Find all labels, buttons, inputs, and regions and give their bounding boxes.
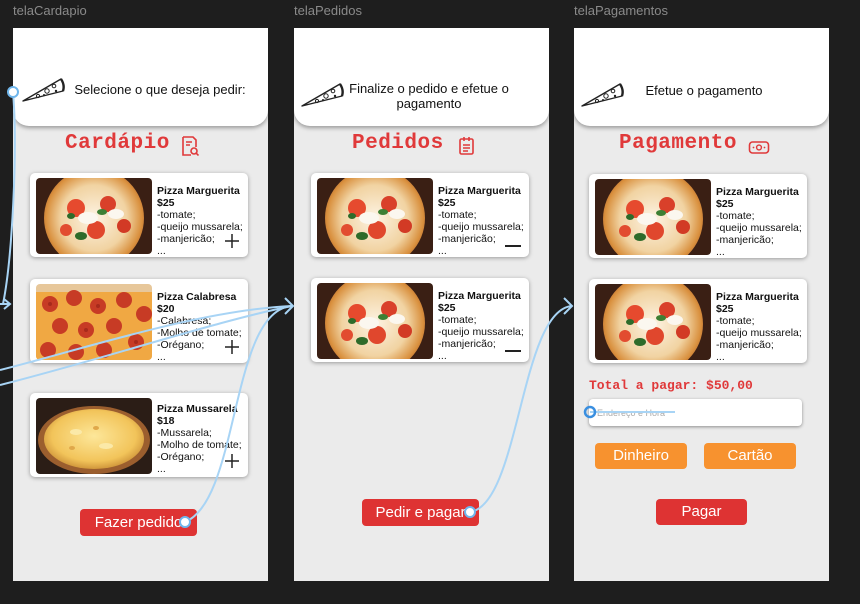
item-info: Pizza Marguerita $25 -tomate; -queijo mu… — [716, 186, 802, 258]
total-amount: Total a pagar: $50,00 — [589, 378, 753, 393]
pizza-mussarela-image — [36, 398, 152, 474]
item-name: Pizza Marguerita — [438, 185, 521, 197]
item-price: $25 — [157, 197, 175, 209]
pizza-slice-icon — [580, 80, 624, 108]
page-title: Pedidos — [352, 132, 444, 155]
page-title: Cardápio — [65, 132, 170, 155]
item-price: $25 — [716, 198, 734, 210]
menu-item-card[interactable]: Pizza Marguerita $25 -tomate; -queijo mu… — [30, 173, 248, 257]
prototype-arrow — [284, 297, 295, 315]
item-name: Pizza Marguerita — [438, 290, 521, 302]
pizza-marguerita-image — [595, 179, 711, 255]
pizza-calabresa-image — [36, 284, 152, 360]
item-ingredient: -queijo mussarela; — [716, 222, 802, 234]
pizza-marguerita-image — [317, 178, 433, 254]
item-price: $25 — [716, 303, 734, 315]
item-ingredient: ... — [716, 246, 725, 258]
header: Finalize o pedido e efetue o pagamento — [294, 28, 549, 126]
item-name: Pizza Calabresa — [157, 291, 237, 303]
pizza-marguerita-image — [36, 178, 152, 254]
pay-button[interactable]: Pagar — [656, 499, 747, 525]
item-ingredient: -tomate; — [157, 209, 196, 221]
item-ingredient: -tomate; — [716, 315, 755, 327]
remove-icon[interactable] — [505, 245, 521, 247]
item-ingredient: -tomate; — [438, 314, 477, 326]
header: Efetue o pagamento — [574, 28, 829, 126]
item-name: Pizza Marguerita — [157, 185, 240, 197]
menu-item-card[interactable]: Pizza Mussarela $18 -Mussarela; -Molho d… — [30, 393, 248, 477]
screen-pedidos: Finalize o pedido e efetue o pagamento P… — [294, 28, 549, 581]
item-ingredient: -manjericão; — [438, 338, 496, 350]
item-ingredient: -queijo mussarela; — [438, 221, 524, 233]
header-text: Selecione o que deseja pedir: — [74, 82, 246, 97]
prototype-arrow — [0, 298, 12, 310]
item-ingredient: -manjericão; — [716, 234, 774, 246]
card-button[interactable]: Cartão — [704, 443, 796, 469]
frame-label-cardapio: telaCardapio — [13, 3, 87, 18]
item-name: Pizza Marguerita — [716, 291, 799, 303]
place-order-button[interactable]: Fazer pedido — [80, 509, 197, 536]
item-price: $20 — [157, 303, 175, 315]
cash-button[interactable]: Dinheiro — [595, 443, 687, 469]
item-ingredient: -Calabresa; — [157, 315, 212, 327]
item-name: Pizza Marguerita — [716, 186, 799, 198]
screen-pagamentos: Efetue o pagamento Pagamento Pizza Margu… — [574, 28, 829, 581]
item-price: $18 — [157, 415, 175, 427]
item-ingredient: -tomate; — [438, 209, 477, 221]
item-ingredient: -manjericão; — [716, 339, 774, 351]
remove-icon[interactable] — [505, 350, 521, 352]
screen-cardapio: Selecione o que deseja pedir: Cardápio P… — [13, 28, 268, 581]
add-icon[interactable] — [224, 453, 240, 469]
pizza-slice-icon — [21, 75, 65, 103]
order-list-icon — [459, 137, 474, 155]
item-price: $25 — [438, 197, 456, 209]
pizza-marguerita-image — [317, 283, 433, 359]
frame-label-pedidos: telaPedidos — [294, 3, 362, 18]
item-ingredient: -queijo mussarela; — [716, 327, 802, 339]
prototype-arrow — [563, 297, 574, 315]
pizza-marguerita-image — [595, 284, 711, 360]
header-text: Finalize o pedido e efetue o pagamento — [349, 81, 509, 111]
item-ingredient: -tomate; — [716, 210, 755, 222]
item-ingredient: -Molho de tomate; — [157, 327, 242, 339]
payment-item-card: Pizza Marguerita $25 -tomate; -queijo mu… — [589, 279, 807, 363]
header-text: Efetue o pagamento — [645, 83, 763, 98]
payment-item-card: Pizza Marguerita $25 -tomate; -queijo mu… — [589, 174, 807, 258]
menu-search-icon — [182, 136, 199, 156]
menu-item-card[interactable]: Pizza Calabresa $20 -Calabresa; -Molho d… — [30, 279, 248, 363]
item-ingredient: -Mussarela; — [157, 427, 212, 439]
item-info: Pizza Marguerita $25 -tomate; -queijo mu… — [716, 291, 802, 363]
item-ingredient: -manjericão; — [438, 233, 496, 245]
item-price: $25 — [438, 302, 456, 314]
item-ingredient: -queijo mussarela; — [438, 326, 524, 338]
order-item-card[interactable]: Pizza Marguerita $25 -tomate; -queijo mu… — [311, 278, 529, 362]
frame-label-pagamentos: telaPagamentos — [574, 3, 668, 18]
pizza-slice-icon — [300, 80, 344, 108]
item-name: Pizza Mussarela — [157, 403, 238, 415]
address-time-input[interactable] — [589, 399, 802, 426]
item-ingredient: ... — [716, 351, 725, 363]
item-ingredient: -Molho de tomate; — [157, 439, 242, 451]
order-item-card[interactable]: Pizza Marguerita $25 -tomate; -queijo mu… — [311, 173, 529, 257]
order-and-pay-button[interactable]: Pedir e pagar — [362, 499, 479, 526]
item-ingredient: -queijo mussarela; — [157, 221, 243, 233]
page-title: Pagamento — [619, 132, 737, 155]
money-icon — [748, 141, 770, 154]
add-icon[interactable] — [224, 339, 240, 355]
header: Selecione o que deseja pedir: — [13, 28, 268, 126]
add-icon[interactable] — [224, 233, 240, 249]
